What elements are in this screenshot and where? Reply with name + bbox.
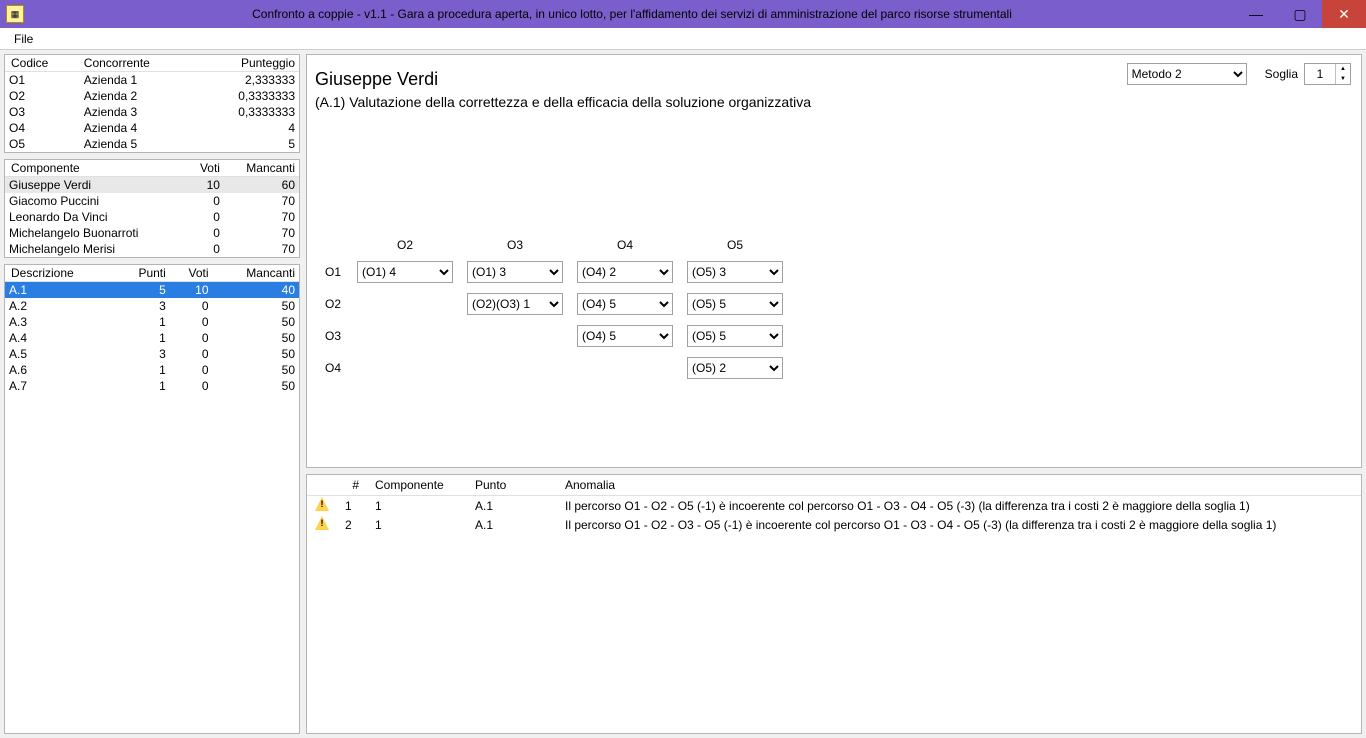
col-codice[interactable]: Codice <box>5 55 80 72</box>
grid-row-label: O1 <box>321 260 347 284</box>
grid-col-label: O4 <box>573 238 677 252</box>
col-punti[interactable]: Punti <box>116 265 170 282</box>
menu-file[interactable]: File <box>6 30 41 48</box>
table-row[interactable]: Leonardo Da Vinci070 <box>5 209 299 225</box>
app-icon: ▦ <box>6 5 24 23</box>
pair-select[interactable]: (O4) 2 <box>577 261 673 283</box>
panel-componenti: Componente Voti Mancanti Giuseppe Verdi1… <box>4 159 300 258</box>
spinner-up-icon[interactable]: ▲ <box>1336 64 1350 74</box>
col-mancanti-d[interactable]: Mancanti <box>213 265 299 282</box>
grid-row-label: O3 <box>321 324 347 348</box>
pair-select[interactable]: (O5) 2 <box>687 357 783 379</box>
table-row[interactable]: A.41050 <box>5 330 299 346</box>
grid-col-label: O2 <box>353 238 457 252</box>
table-row[interactable]: A.53050 <box>5 346 299 362</box>
warning-icon <box>315 497 329 511</box>
pair-select[interactable]: (O1) 3 <box>467 261 563 283</box>
method-select[interactable]: Metodo 2 <box>1127 63 1247 85</box>
table-row[interactable]: A.61050 <box>5 362 299 378</box>
grid-row-label: O2 <box>321 292 347 316</box>
table-row[interactable]: O4Azienda 44 <box>5 120 299 136</box>
col-componente[interactable]: Componente <box>5 160 187 177</box>
table-row[interactable]: 11A.1Il percorso O1 - O2 - O5 (-1) è inc… <box>307 496 1361 516</box>
warning-icon <box>315 516 329 530</box>
table-row[interactable]: A.151040 <box>5 282 299 299</box>
menubar: File <box>0 28 1366 50</box>
col-punteggio[interactable]: Punteggio <box>197 55 299 72</box>
col-voti[interactable]: Voti <box>187 160 224 177</box>
grid-col-label: O5 <box>683 238 787 252</box>
minimize-button[interactable]: — <box>1234 0 1278 28</box>
close-button[interactable]: ✕ <box>1322 0 1366 28</box>
pair-select[interactable]: (O5) 5 <box>687 293 783 315</box>
col-an-punto[interactable]: Punto <box>467 475 557 496</box>
panel-anomalie: # Componente Punto Anomalia 11A.1Il perc… <box>306 474 1362 734</box>
col-voti-d[interactable]: Voti <box>170 265 213 282</box>
pair-select[interactable]: (O1) 4 <box>357 261 453 283</box>
col-hash[interactable]: # <box>337 475 367 496</box>
panel-concorrenti: Codice Concorrente Punteggio O1Azienda 1… <box>4 54 300 153</box>
table-row[interactable]: O3Azienda 30,3333333 <box>5 104 299 120</box>
soglia-spinner[interactable]: ▲ ▼ <box>1304 63 1351 85</box>
pair-select[interactable]: (O5) 3 <box>687 261 783 283</box>
pair-select[interactable]: (O5) 5 <box>687 325 783 347</box>
panel-descrizioni: Descrizione Punti Voti Mancanti A.151040… <box>4 264 300 734</box>
main-panel: Metodo 2 Soglia ▲ ▼ Giuseppe Verdi (A.1)… <box>306 54 1362 468</box>
col-mancanti[interactable]: Mancanti <box>224 160 299 177</box>
pairwise-grid: O2 O3 O4 O5 O1 (O1) 4 (O1) 3 (O4) 2 (O5) 3 O2 (O2)… <box>315 230 1353 388</box>
spinner-down-icon[interactable]: ▼ <box>1336 74 1350 84</box>
table-row[interactable]: A.71050 <box>5 378 299 394</box>
table-row[interactable]: O1Azienda 12,333333 <box>5 72 299 89</box>
col-concorrente[interactable]: Concorrente <box>80 55 197 72</box>
window-title: Confronto a coppie - v1.1 - Gara a proce… <box>30 7 1234 21</box>
table-row[interactable]: Michelangelo Merisi070 <box>5 241 299 257</box>
col-an-anomalia[interactable]: Anomalia <box>557 475 1361 496</box>
pair-select[interactable]: (O4) 5 <box>577 293 673 315</box>
grid-col-label: O3 <box>463 238 567 252</box>
table-row[interactable]: A.23050 <box>5 298 299 314</box>
table-row[interactable]: A.31050 <box>5 314 299 330</box>
soglia-input[interactable] <box>1305 64 1335 84</box>
table-row[interactable]: Michelangelo Buonarroti070 <box>5 225 299 241</box>
pair-select[interactable]: (O4) 5 <box>577 325 673 347</box>
col-an-componente[interactable]: Componente <box>367 475 467 496</box>
table-row[interactable]: O2Azienda 20,3333333 <box>5 88 299 104</box>
criterion-subheading: (A.1) Valutazione della correttezza e de… <box>315 94 1353 110</box>
table-row[interactable]: Giuseppe Verdi1060 <box>5 177 299 194</box>
table-row[interactable]: 21A.1Il percorso O1 - O2 - O3 - O5 (-1) … <box>307 515 1361 534</box>
soglia-label: Soglia <box>1265 67 1298 81</box>
titlebar: ▦ Confronto a coppie - v1.1 - Gara a pro… <box>0 0 1366 28</box>
grid-row-label: O4 <box>321 356 347 380</box>
maximize-button[interactable]: ▢ <box>1278 0 1322 28</box>
table-row[interactable]: Giacomo Puccini070 <box>5 193 299 209</box>
pair-select[interactable]: (O2)(O3) 1 <box>467 293 563 315</box>
table-row[interactable]: O5Azienda 55 <box>5 136 299 152</box>
col-descrizione[interactable]: Descrizione <box>5 265 116 282</box>
col-warn[interactable] <box>307 475 337 496</box>
